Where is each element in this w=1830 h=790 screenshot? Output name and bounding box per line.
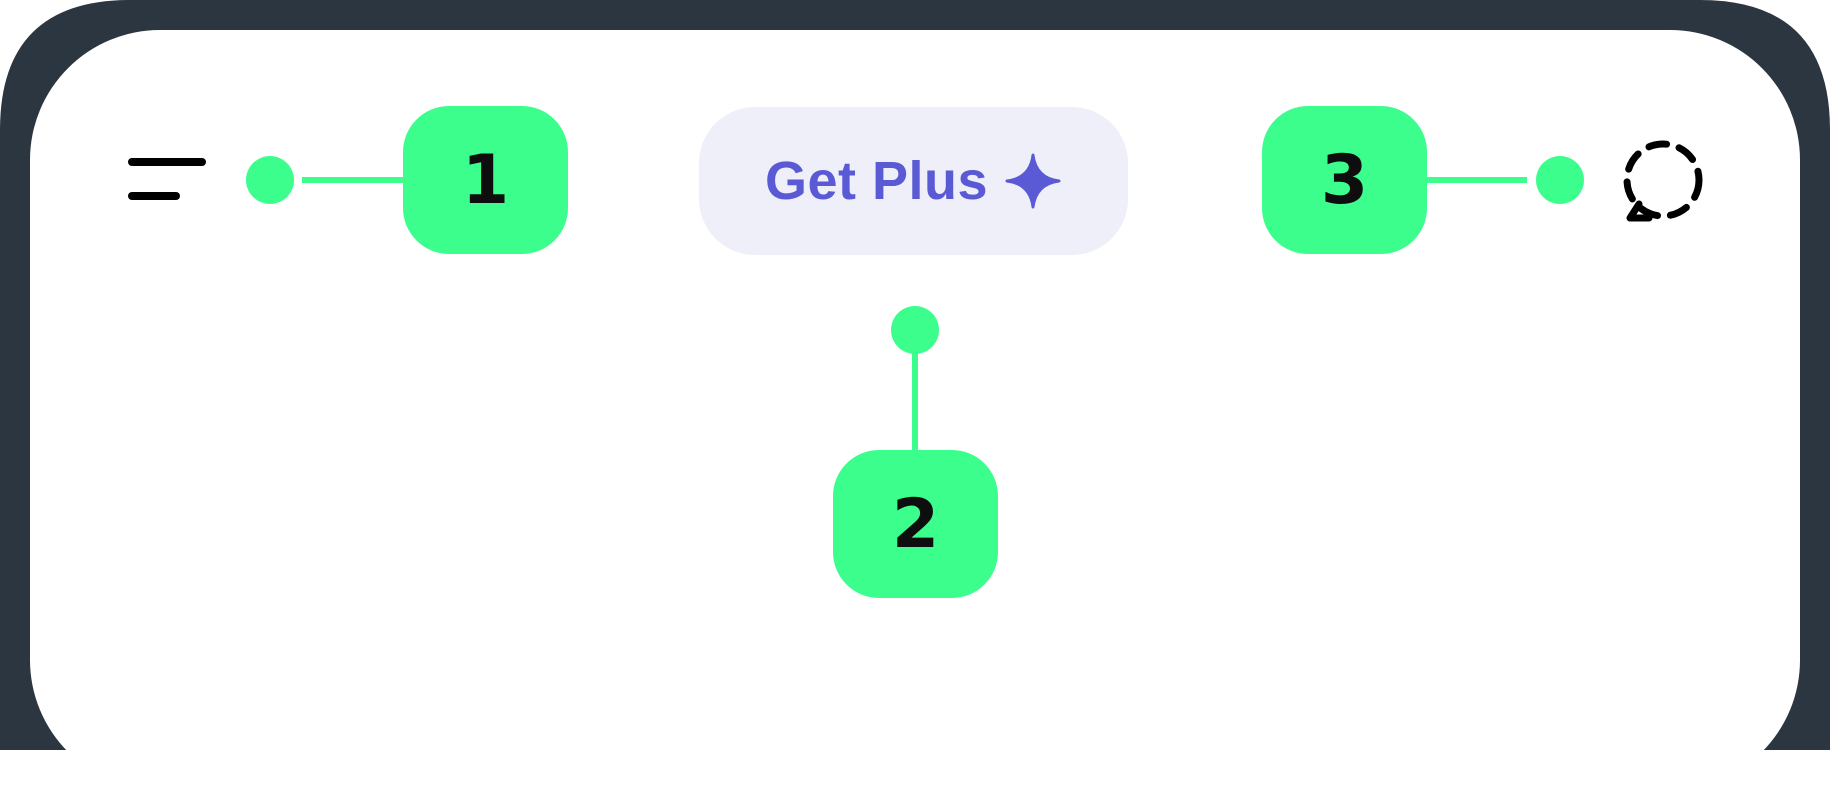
annotation-badge-1: 1 — [403, 106, 568, 254]
annotation-connector-2 — [912, 352, 918, 452]
sparkle-icon — [1005, 153, 1061, 209]
upgrade-button[interactable]: Get Plus — [699, 107, 1128, 255]
dashed-chat-icon[interactable] — [1615, 135, 1710, 230]
annotation-badge-3: 3 — [1262, 106, 1427, 254]
annotation-dot-2 — [891, 306, 939, 354]
annotation-connector-1 — [302, 177, 405, 183]
annotation-connector-3 — [1426, 177, 1527, 183]
annotation-dot-1 — [246, 156, 294, 204]
annotation-badge-2: 2 — [833, 450, 998, 598]
menu-icon[interactable] — [120, 150, 220, 220]
annotation-dot-3 — [1536, 156, 1584, 204]
upgrade-button-label: Get Plus — [764, 151, 989, 211]
